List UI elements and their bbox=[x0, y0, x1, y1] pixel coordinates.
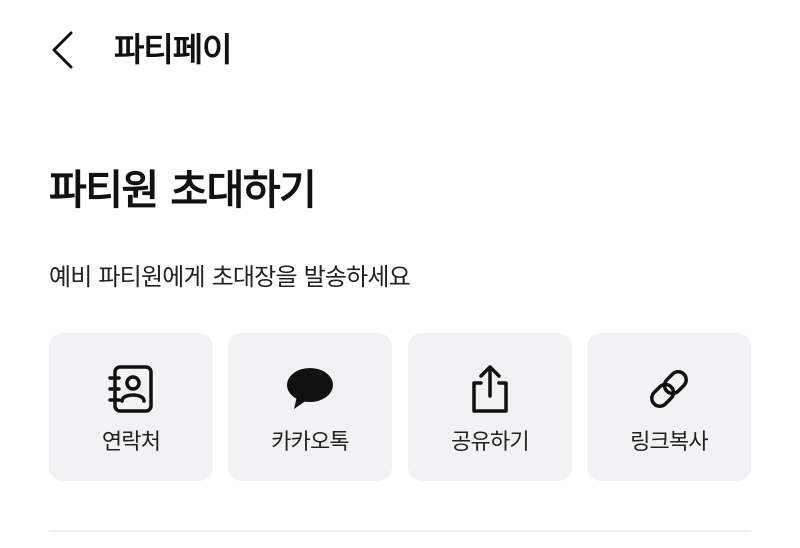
page-title: 파티페이 bbox=[114, 30, 232, 69]
share-system-button[interactable]: 공유하기 bbox=[408, 333, 572, 481]
share-kakaotalk-label: 카카오톡 bbox=[271, 430, 350, 455]
kakaotalk-speech-bubble-icon bbox=[284, 363, 336, 415]
copy-link-button[interactable]: 링크복사 bbox=[587, 333, 751, 481]
app-header: 파티페이 bbox=[0, 0, 800, 100]
invite-section-description: 예비 파티원에게 초대장을 발송하세요 bbox=[49, 263, 411, 291]
copy-link-label: 링크복사 bbox=[630, 430, 709, 455]
chevron-left-icon bbox=[52, 31, 73, 69]
share-kakaotalk-button[interactable]: 카카오톡 bbox=[228, 333, 392, 481]
back-button[interactable] bbox=[40, 26, 84, 74]
section-divider bbox=[49, 530, 751, 532]
share-contacts-label: 연락처 bbox=[101, 430, 161, 455]
invite-section-title: 파티원 초대하기 bbox=[49, 166, 317, 214]
contacts-book-icon bbox=[105, 363, 157, 415]
share-options: 연락처 카카오톡 공유하기 링크복사 bbox=[49, 333, 751, 481]
share-system-label: 공유하기 bbox=[451, 430, 530, 455]
share-upload-icon bbox=[464, 363, 516, 415]
link-chain-icon bbox=[643, 363, 695, 415]
share-contacts-button[interactable]: 연락처 bbox=[49, 333, 213, 481]
